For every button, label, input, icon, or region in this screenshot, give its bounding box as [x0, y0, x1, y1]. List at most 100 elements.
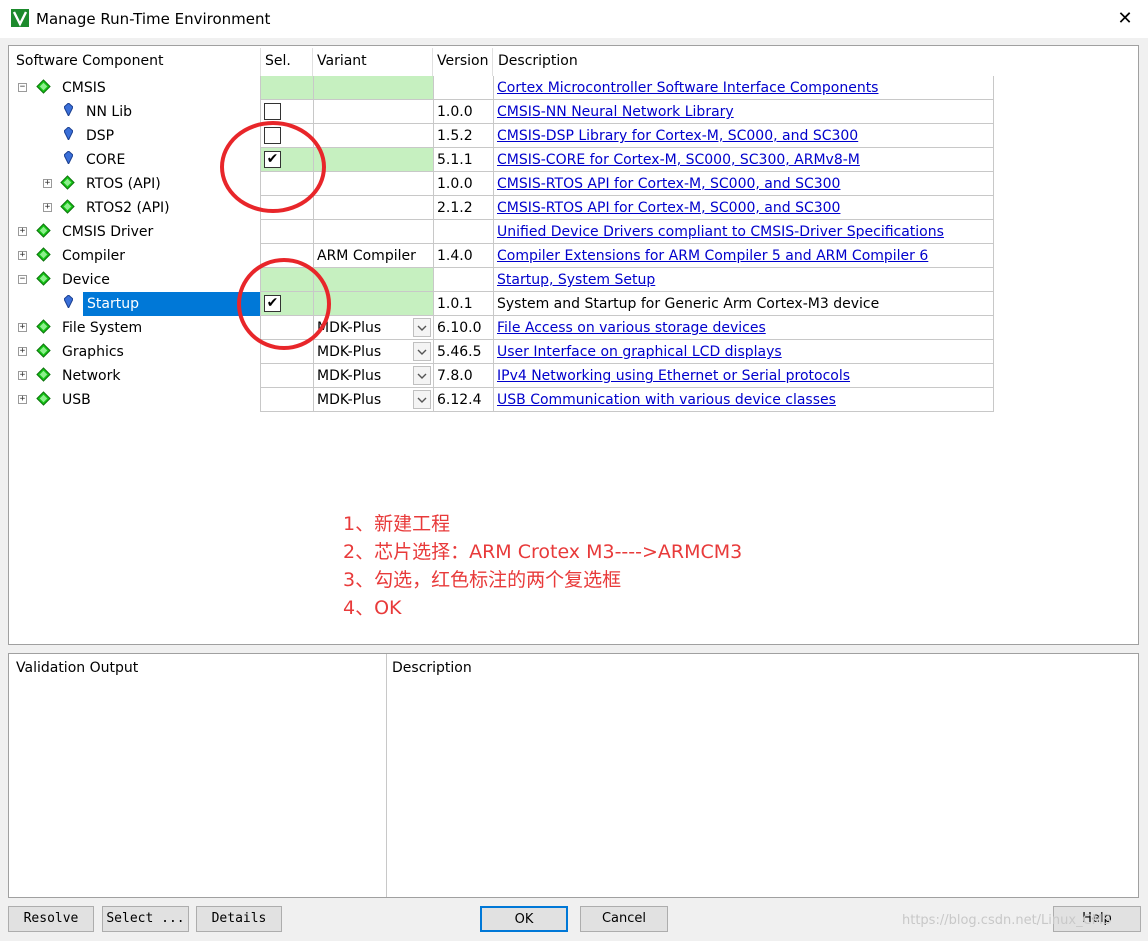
description-link[interactable]: IPv4 Networking using Ethernet or Serial… — [497, 368, 850, 384]
column-divider[interactable] — [312, 48, 313, 76]
version-cell: 5.1.1 — [433, 148, 493, 172]
variant-dropdown[interactable]: MDK-Plus — [313, 364, 433, 388]
component-gem-icon — [36, 367, 51, 382]
description-link[interactable]: File Access on various storage devices — [497, 320, 766, 336]
validation-pane — [8, 653, 1139, 898]
expand-icon[interactable]: + — [43, 203, 52, 212]
description-link[interactable]: CMSIS-RTOS API for Cortex-M, SC000, and … — [497, 200, 840, 216]
sel-cell[interactable] — [260, 220, 313, 244]
variant-dropdown[interactable]: MDK-Plus — [313, 388, 433, 412]
description-link[interactable]: User Interface on graphical LCD displays — [497, 344, 782, 360]
subcomponent-leaf-icon — [64, 295, 73, 308]
collapse-icon[interactable]: − — [18, 83, 27, 92]
version-cell: 1.0.0 — [433, 172, 493, 196]
tree-row-cmsis-driver[interactable]: + CMSIS Driver Unified Device Drivers co… — [9, 220, 995, 244]
column-header-variant[interactable]: Variant — [317, 48, 367, 74]
tree-row-startup[interactable]: Startup ✔ 1.0.1 System and Startup for G… — [9, 292, 995, 316]
column-divider[interactable] — [432, 48, 433, 76]
component-gem-icon — [60, 199, 75, 214]
variant-cell — [313, 124, 433, 148]
description-link[interactable]: Cortex Microcontroller Software Interfac… — [497, 80, 878, 96]
expand-icon[interactable]: + — [43, 179, 52, 188]
expand-icon[interactable]: + — [18, 371, 27, 380]
tree-row-cmsis[interactable]: − CMSIS Cortex Microcontroller Software … — [9, 76, 995, 100]
expand-icon[interactable]: + — [18, 347, 27, 356]
chevron-down-icon[interactable] — [413, 390, 431, 409]
title-bar: Manage Run-Time Environment ✕ — [0, 0, 1148, 38]
sel-cell[interactable] — [260, 364, 313, 388]
validation-splitter[interactable] — [386, 654, 387, 897]
column-header-version[interactable]: Version — [437, 48, 488, 74]
component-gem-icon — [36, 319, 51, 334]
annotation-notes: 1、新建工程 2、芯片选择：ARM Crotex M3---->ARMCM3 3… — [343, 510, 742, 622]
variant-dropdown[interactable]: MDK-Plus — [313, 316, 433, 340]
variant-cell — [313, 100, 433, 124]
tree-row-compiler[interactable]: + Compiler ARM Compiler 1.4.0 Compiler E… — [9, 244, 995, 268]
column-header-sel[interactable]: Sel. — [265, 48, 291, 74]
version-cell: 6.10.0 — [433, 316, 493, 340]
tree-row-network[interactable]: + Network MDK-Plus 7.8.0 IPv4 Networking… — [9, 364, 995, 388]
variant-value: MDK-Plus — [317, 392, 382, 408]
expand-icon[interactable]: + — [18, 227, 27, 236]
column-divider[interactable] — [492, 48, 493, 76]
component-gem-icon — [36, 391, 51, 406]
description-link[interactable]: CMSIS-RTOS API for Cortex-M, SC000, and … — [497, 176, 840, 192]
component-name: CMSIS Driver — [62, 224, 154, 240]
description-link[interactable]: Compiler Extensions for ARM Compiler 5 a… — [497, 248, 928, 264]
chevron-down-icon[interactable] — [413, 366, 431, 385]
component-name-selected[interactable]: Startup — [83, 292, 260, 316]
sel-cell[interactable] — [260, 388, 313, 412]
chevron-down-icon[interactable] — [413, 342, 431, 361]
expand-icon[interactable]: + — [18, 323, 27, 332]
subcomponent-leaf-icon — [64, 127, 73, 140]
description-link[interactable]: CMSIS-CORE for Cortex-M, SC000, SC300, A… — [497, 152, 860, 168]
expand-icon[interactable]: + — [18, 251, 27, 260]
chevron-down-icon[interactable] — [413, 318, 431, 337]
version-cell: 7.8.0 — [433, 364, 493, 388]
component-name: NN Lib — [86, 104, 132, 120]
variant-dropdown[interactable]: MDK-Plus — [313, 340, 433, 364]
annotation-circle — [220, 121, 326, 213]
description-link[interactable]: CMSIS-NN Neural Network Library — [497, 104, 734, 120]
description-link[interactable]: Unified Device Drivers compliant to CMSI… — [497, 224, 944, 240]
tree-row-core[interactable]: CORE ✔ 5.1.1 CMSIS-CORE for Cortex-M, SC… — [9, 148, 995, 172]
column-header-component[interactable]: Software Component — [16, 48, 163, 74]
resolve-button[interactable]: Resolve — [8, 906, 94, 932]
select-checkbox[interactable] — [264, 103, 281, 120]
tree-row-device[interactable]: − Device Startup, System Setup — [9, 268, 995, 292]
expand-icon[interactable]: + — [18, 395, 27, 404]
collapse-icon[interactable]: − — [18, 275, 27, 284]
subcomponent-leaf-icon — [64, 151, 73, 164]
column-header-description[interactable]: Description — [498, 48, 578, 74]
component-gem-icon — [36, 247, 51, 262]
version-cell: 5.46.5 — [433, 340, 493, 364]
tree-row-nn-lib[interactable]: NN Lib 1.0.0 CMSIS-NN Neural Network Lib… — [9, 100, 995, 124]
cancel-button[interactable]: Cancel — [580, 906, 668, 932]
tree-row-usb[interactable]: + USB MDK-Plus 6.12.4 USB Communication … — [9, 388, 995, 412]
version-cell: 1.0.0 — [433, 100, 493, 124]
version-cell — [433, 268, 493, 292]
version-cell: 1.5.2 — [433, 124, 493, 148]
select-button[interactable]: Select ... — [102, 906, 189, 932]
component-name: Graphics — [62, 344, 124, 360]
details-button[interactable]: Details — [196, 906, 282, 932]
column-divider[interactable] — [260, 48, 261, 76]
variant-cell — [313, 172, 433, 196]
description-link[interactable]: CMSIS-DSP Library for Cortex-M, SC000, a… — [497, 128, 858, 144]
tree-row-rtos-api[interactable]: + RTOS (API) 1.0.0 CMSIS-RTOS API for Co… — [9, 172, 995, 196]
variant-value: MDK-Plus — [317, 344, 382, 360]
tree-row-file-system[interactable]: + File System MDK-Plus 6.10.0 File Acces… — [9, 316, 995, 340]
sel-cell[interactable] — [260, 76, 313, 100]
variant-cell — [313, 148, 433, 172]
component-name: RTOS2 (API) — [86, 200, 170, 216]
description-link[interactable]: Startup, System Setup — [497, 272, 655, 288]
description-link[interactable]: USB Communication with various device cl… — [497, 392, 836, 408]
tree-row-graphics[interactable]: + Graphics MDK-Plus 5.46.5 User Interfac… — [9, 340, 995, 364]
tree-row-dsp[interactable]: DSP 1.5.2 CMSIS-DSP Library for Cortex-M… — [9, 124, 995, 148]
variant-cell — [313, 76, 433, 100]
close-icon[interactable]: ✕ — [1102, 0, 1148, 38]
tree-row-rtos2-api[interactable]: + RTOS2 (API) 2.1.2 CMSIS-RTOS API for C… — [9, 196, 995, 220]
component-gem-icon — [36, 343, 51, 358]
variant-cell — [313, 268, 433, 292]
ok-button[interactable]: OK — [480, 906, 568, 932]
